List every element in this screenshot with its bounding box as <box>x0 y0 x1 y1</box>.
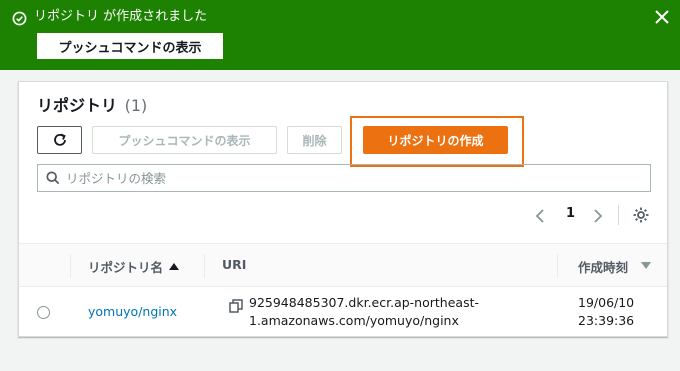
sort-ascending-icon <box>169 263 180 270</box>
column-header-uri[interactable]: URI <box>222 257 246 272</box>
delete-button[interactable]: 削除 <box>287 126 342 154</box>
row-select-radio[interactable] <box>37 306 50 319</box>
column-header-label: 作成時刻 <box>578 260 629 275</box>
push-commands-button[interactable]: プッシュコマンドの表示 <box>92 126 277 154</box>
column-header-label: リポジトリ名 <box>88 260 164 275</box>
copy-icon[interactable] <box>229 299 243 313</box>
next-page-button[interactable] <box>592 204 604 228</box>
page-background <box>0 341 680 371</box>
panel-title-text: リポジトリ <box>37 96 118 115</box>
column-header-repository-name[interactable]: リポジトリ名 <box>88 257 180 276</box>
create-repository-button[interactable]: リポジトリの作成 <box>363 126 508 154</box>
repository-name-link[interactable]: yomuyo/nginx <box>88 304 177 319</box>
chevron-right-icon <box>594 209 603 223</box>
flash-push-commands-button[interactable]: プッシュコマンドの表示 <box>37 33 223 59</box>
flash-message: リポジトリ が作成されました <box>34 9 208 24</box>
previous-page-button[interactable] <box>534 204 546 228</box>
success-flashbar: リポジトリ が作成されました プッシュコマンドの表示 <box>0 0 680 70</box>
search-input[interactable] <box>66 170 626 186</box>
repository-uri-line: 925948485307.dkr.ecr.ap-northeast- <box>249 295 479 310</box>
table-row: yomuyo/nginx 925948485307.dkr.ecr.ap-nor… <box>19 287 667 337</box>
column-header-label: URI <box>222 257 247 272</box>
refresh-icon <box>53 133 66 146</box>
column-separator <box>557 254 558 278</box>
created-time: 23:39:36 <box>578 313 635 328</box>
column-separator <box>70 254 71 278</box>
repository-uri-line: 1.amazonaws.com/yomuyo/nginx <box>249 313 459 328</box>
close-icon[interactable] <box>654 9 670 25</box>
created-date: 19/06/10 <box>578 295 635 310</box>
repositories-panel: リポジトリ (1) プッシュコマンドの表示 削除 リポジトリの作成 1 <box>18 81 668 337</box>
column-separator <box>204 254 205 278</box>
current-page-number[interactable]: 1 <box>566 206 575 221</box>
repository-count: (1) <box>124 96 148 115</box>
search-field[interactable] <box>37 164 651 192</box>
created-at: 19/06/10 23:39:36 <box>578 294 658 330</box>
search-icon <box>46 171 60 185</box>
refresh-button[interactable] <box>37 126 82 154</box>
check-circle-icon <box>12 11 27 26</box>
table-header: リポジトリ名 URI 作成時刻 <box>19 243 667 287</box>
chevron-left-icon <box>535 209 544 223</box>
column-header-created-at[interactable]: 作成時刻 <box>578 257 628 276</box>
sort-descending-icon[interactable] <box>641 262 651 269</box>
pager-divider <box>618 205 619 225</box>
page-title: リポジトリ (1) <box>37 95 147 117</box>
repository-uri: 925948485307.dkr.ecr.ap-northeast- 1.ama… <box>249 294 549 330</box>
gear-icon[interactable] <box>632 206 650 224</box>
